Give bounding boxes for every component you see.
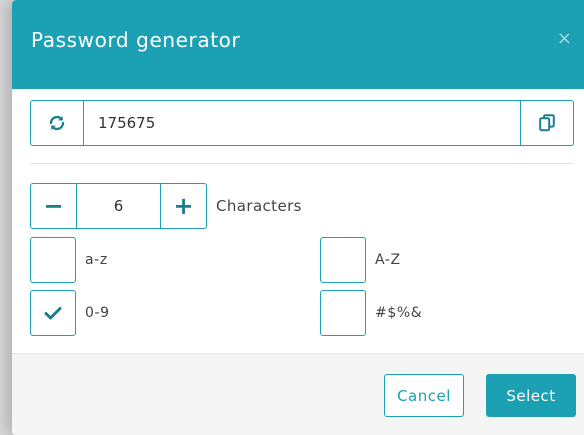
option-label: 0-9: [85, 305, 110, 321]
option-symbols[interactable]: #$%&: [320, 290, 422, 336]
dialog-header: Password generator ×: [12, 0, 584, 89]
checkmark-icon: [44, 307, 62, 320]
lowercase-checkbox[interactable]: [30, 237, 76, 283]
decrement-button[interactable]: −: [31, 184, 77, 228]
refresh-button[interactable]: [31, 101, 84, 145]
divider: [30, 163, 574, 164]
digits-checkbox[interactable]: [30, 290, 76, 336]
select-button[interactable]: Select: [486, 374, 576, 417]
copy-icon: [539, 114, 555, 132]
length-value[interactable]: 6: [77, 184, 160, 228]
cancel-button[interactable]: Cancel: [384, 374, 464, 417]
uppercase-checkbox[interactable]: [320, 237, 366, 283]
dialog-body: − 6 + Characters a-z A-Z 0-9 #$%&: [12, 89, 584, 353]
option-uppercase[interactable]: A-Z: [320, 237, 401, 283]
copy-button[interactable]: [520, 101, 573, 145]
password-generator-dialog: Password generator × −: [12, 0, 584, 435]
option-label: A-Z: [375, 252, 401, 268]
dialog-footer: Cancel Select: [12, 353, 584, 435]
refresh-icon: [49, 115, 65, 131]
symbols-checkbox[interactable]: [320, 290, 366, 336]
password-field-group: [30, 100, 574, 146]
option-label: a-z: [85, 252, 108, 268]
dialog-title: Password generator: [31, 28, 241, 52]
close-icon[interactable]: ×: [557, 30, 572, 48]
option-label: #$%&: [375, 305, 423, 321]
increment-button[interactable]: +: [160, 184, 206, 228]
option-lowercase[interactable]: a-z: [30, 237, 108, 283]
length-stepper: − 6 +: [30, 183, 207, 229]
option-digits[interactable]: 0-9: [30, 290, 110, 336]
password-input[interactable]: [84, 101, 520, 145]
characters-label: Characters: [216, 197, 302, 215]
